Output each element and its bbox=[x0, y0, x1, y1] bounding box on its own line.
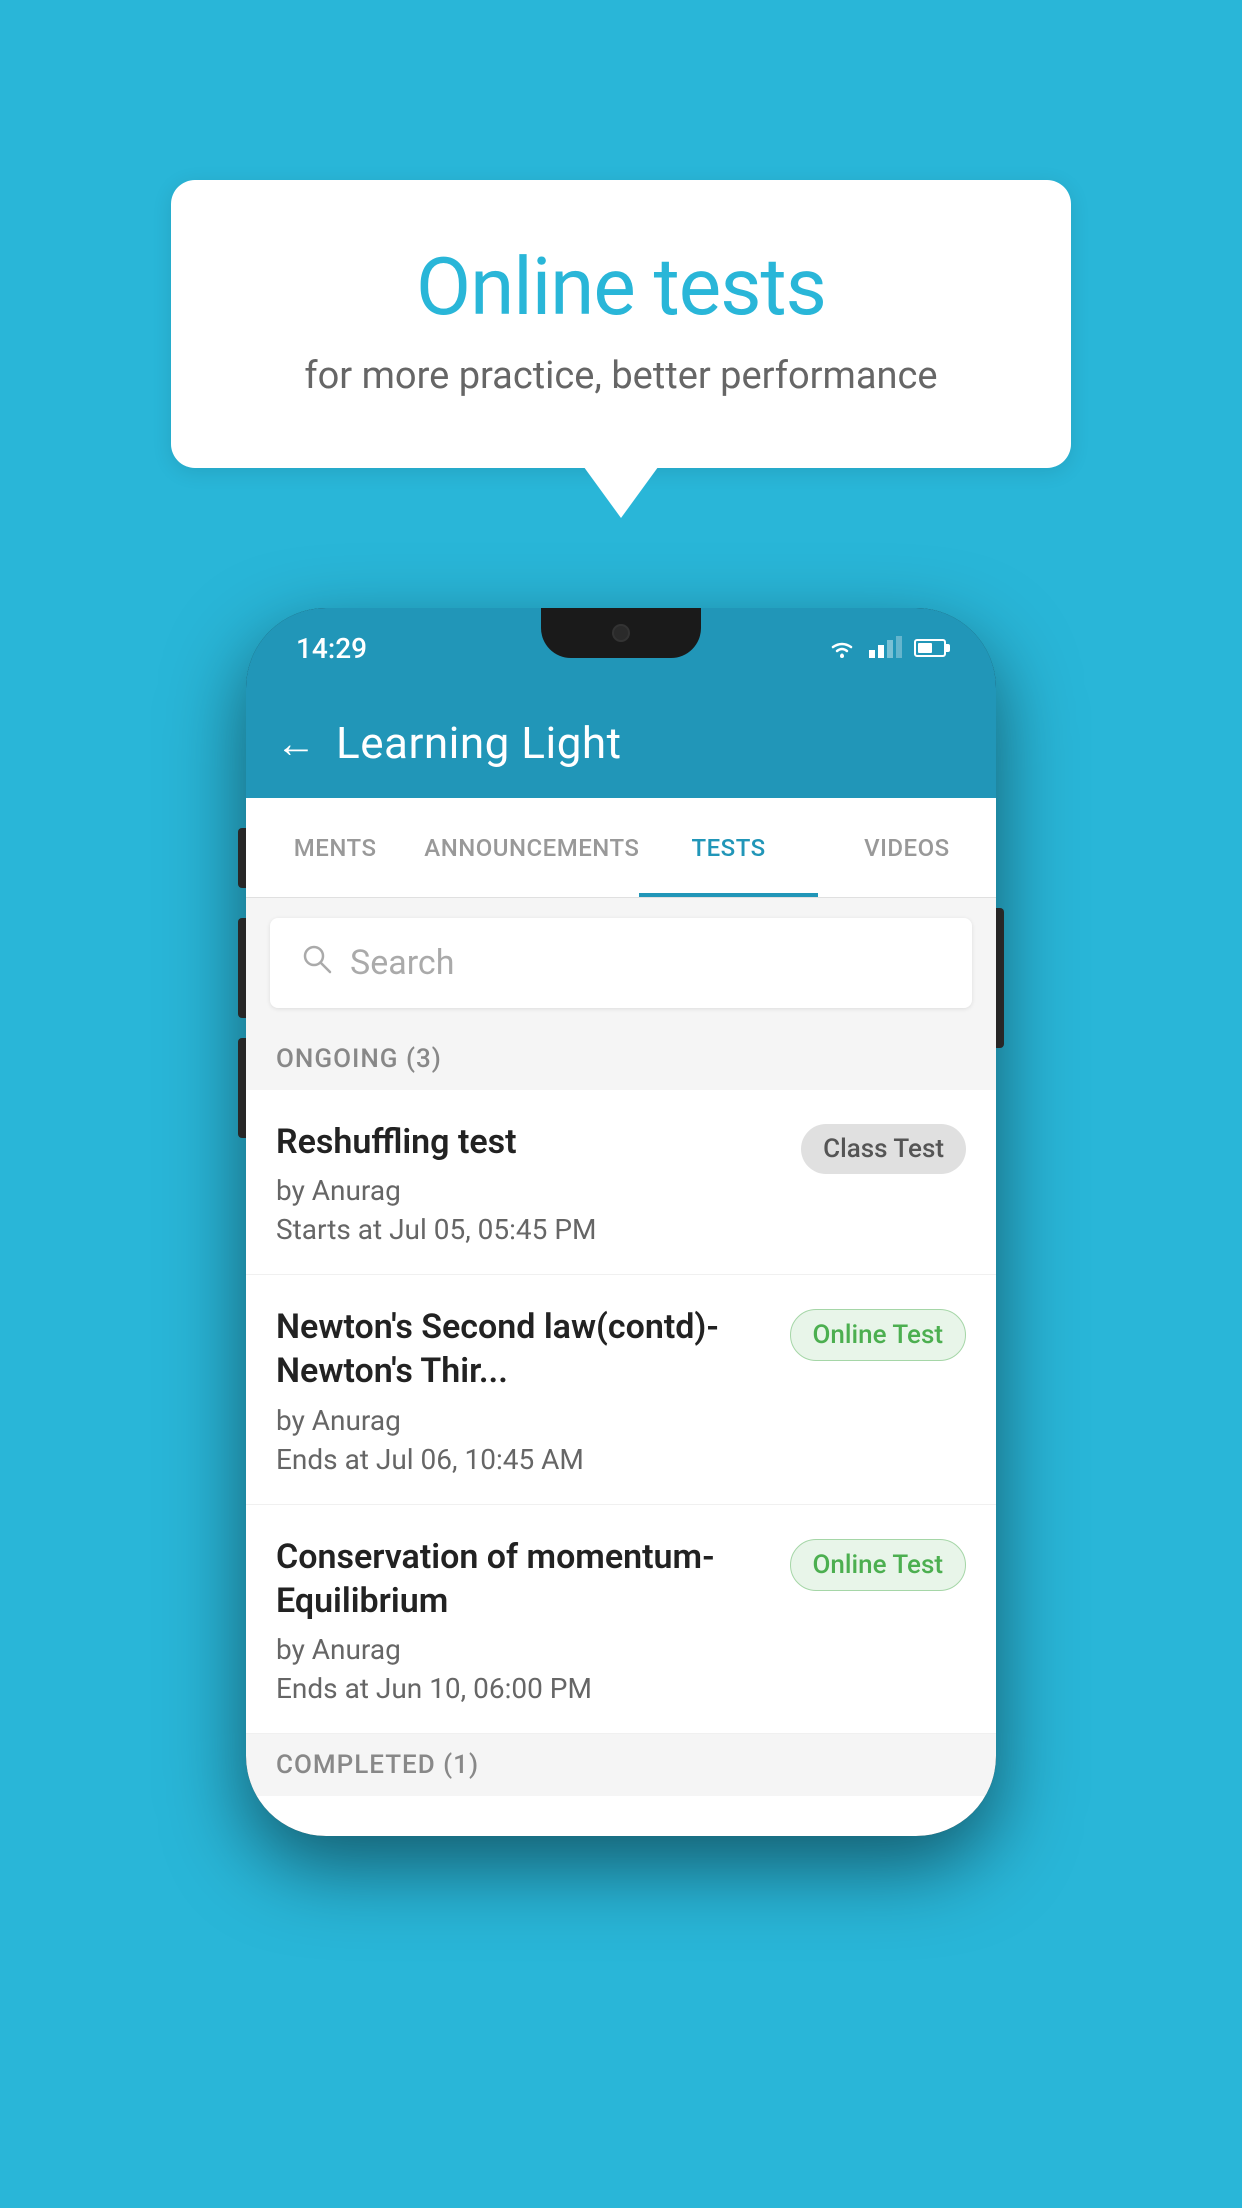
app-header: ← Learning Light bbox=[246, 688, 996, 798]
test-name: Conservation of momentum-Equilibrium bbox=[276, 1535, 770, 1623]
battery-icon bbox=[914, 639, 946, 657]
search-icon bbox=[300, 942, 334, 985]
test-author: by Anurag bbox=[276, 1633, 770, 1666]
search-input[interactable]: Search bbox=[350, 943, 454, 983]
test-info: Conservation of momentum-Equilibrium by … bbox=[276, 1535, 790, 1705]
test-badge-online: Online Test bbox=[790, 1309, 967, 1361]
wifi-icon bbox=[827, 637, 857, 659]
test-time: Ends at Jun 10, 06:00 PM bbox=[276, 1672, 770, 1705]
bubble-title: Online tests bbox=[251, 240, 991, 334]
back-button[interactable]: ← bbox=[276, 720, 316, 767]
phone-bottom bbox=[246, 1796, 996, 1836]
test-list: Reshuffling test by Anurag Starts at Jul… bbox=[246, 1090, 996, 1734]
ongoing-section-header: ONGOING (3) bbox=[246, 1028, 996, 1090]
status-icons bbox=[827, 637, 946, 659]
test-info: Reshuffling test by Anurag Starts at Jul… bbox=[276, 1120, 801, 1246]
signal-icon bbox=[869, 638, 902, 658]
test-name: Newton's Second law(contd)-Newton's Thir… bbox=[276, 1305, 770, 1393]
tab-ments[interactable]: MENTS bbox=[246, 798, 424, 897]
test-name: Reshuffling test bbox=[276, 1120, 781, 1164]
search-bar[interactable]: Search bbox=[270, 918, 972, 1008]
phone-button-left1 bbox=[238, 828, 246, 888]
bubble-subtitle: for more practice, better performance bbox=[251, 354, 991, 398]
tab-videos[interactable]: VIDEOS bbox=[818, 798, 996, 897]
completed-section-header: COMPLETED (1) bbox=[246, 1734, 996, 1796]
ongoing-label: ONGOING (3) bbox=[276, 1044, 442, 1074]
test-item[interactable]: Conservation of momentum-Equilibrium by … bbox=[246, 1505, 996, 1734]
status-bar: 14:29 bbox=[246, 608, 996, 688]
phone-button-left3 bbox=[238, 1038, 246, 1138]
notch bbox=[541, 608, 701, 658]
promo-bubble: Online tests for more practice, better p… bbox=[171, 180, 1071, 468]
test-author: by Anurag bbox=[276, 1174, 781, 1207]
test-time: Starts at Jul 05, 05:45 PM bbox=[276, 1213, 781, 1246]
test-author: by Anurag bbox=[276, 1404, 770, 1437]
test-item[interactable]: Newton's Second law(contd)-Newton's Thir… bbox=[246, 1275, 996, 1504]
phone-mockup: 14:29 bbox=[246, 608, 996, 1836]
phone-button-left2 bbox=[238, 918, 246, 1018]
test-badge-online: Online Test bbox=[790, 1539, 967, 1591]
test-time: Ends at Jul 06, 10:45 AM bbox=[276, 1443, 770, 1476]
phone-button-right bbox=[996, 908, 1004, 1048]
test-item[interactable]: Reshuffling test by Anurag Starts at Jul… bbox=[246, 1090, 996, 1275]
tab-tests[interactable]: TESTS bbox=[639, 798, 817, 897]
app-title: Learning Light bbox=[336, 717, 622, 769]
tab-announcements[interactable]: ANNOUNCEMENTS bbox=[424, 798, 639, 897]
status-time: 14:29 bbox=[296, 632, 367, 665]
test-badge-class: Class Test bbox=[801, 1124, 966, 1174]
test-info: Newton's Second law(contd)-Newton's Thir… bbox=[276, 1305, 790, 1475]
tab-bar: MENTS ANNOUNCEMENTS TESTS VIDEOS bbox=[246, 798, 996, 898]
search-container: Search bbox=[246, 898, 996, 1028]
camera bbox=[612, 624, 630, 642]
phone-frame: 14:29 bbox=[246, 608, 996, 1836]
completed-label: COMPLETED (1) bbox=[276, 1750, 479, 1780]
